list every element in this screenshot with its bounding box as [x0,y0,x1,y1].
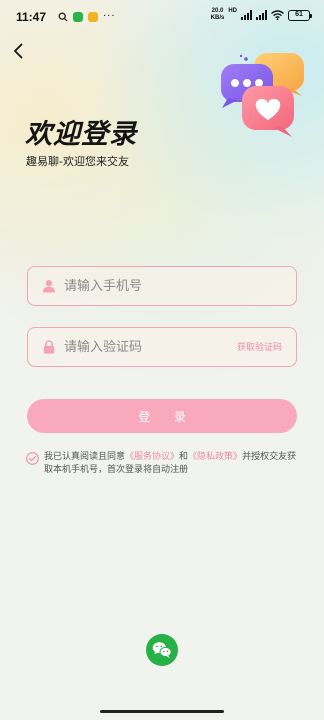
signal-icon [241,10,252,20]
note-icon [88,12,98,22]
home-indicator[interactable] [100,710,224,713]
get-code-button[interactable]: 获取验证码 [237,340,282,353]
network-speed-value: 20.0 [211,8,224,14]
status-app-icons: ··· [58,12,116,22]
more-notifications-icon: ··· [103,11,116,22]
wifi-icon [271,10,284,20]
status-time: 11:47 [16,10,47,24]
agreement-text: 我已认真阅读且同意《服务协议》和《隐私政策》并授权交友获取本机手机号，首次登录将… [44,451,299,477]
signal-icon-2 [256,10,267,20]
page-subtitle: 趣易聊-欢迎您来交友 [26,155,129,168]
status-bar: 11:47 ··· 20.0 KB/s HD 61 [0,0,324,36]
battery-icon: 61 [288,9,312,21]
search-icon [58,12,68,22]
wechat-icon [152,642,172,658]
hd-label: HD [228,8,237,14]
network-speed-unit: KB/s [210,15,225,21]
code-input[interactable] [64,328,214,366]
phone-input[interactable] [64,267,244,305]
agreement-prefix: 我已认真阅读且同意 [44,452,126,462]
agree-checkbox[interactable] [26,452,39,465]
wechat-login-button[interactable] [146,634,178,666]
privacy-policy-link[interactable]: 《隐私政策》 [188,452,242,462]
code-field[interactable]: 获取验证码 [27,327,297,367]
chat-bubbles-illustration [221,53,304,137]
page-title: 欢迎登录 [25,119,137,150]
lock-icon [43,340,55,354]
service-agreement-link[interactable]: 《服务协议》 [125,452,179,462]
back-button[interactable] [10,42,28,60]
agreement-and: 和 [179,452,189,462]
phone-field[interactable] [27,266,297,306]
status-right: 20.0 KB/s HD 61 [211,8,312,22]
user-icon [43,280,55,293]
chevron-left-icon [14,43,23,59]
wechat-icon [73,12,83,22]
login-button[interactable]: 登 录 [27,399,297,433]
network-speed: 20.0 KB/s [211,8,225,22]
check-circle-icon [28,455,36,462]
